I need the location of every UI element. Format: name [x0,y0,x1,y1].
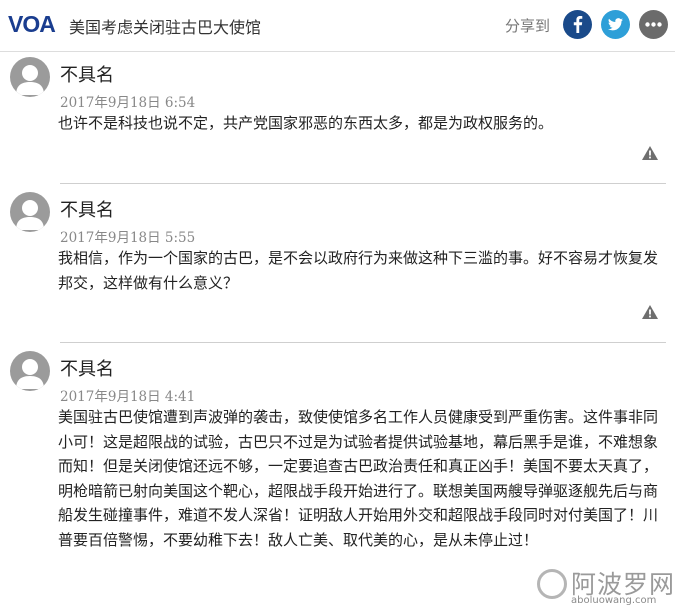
watermark: 阿波罗网 aboluowang.com [535,565,675,611]
warning-icon [642,146,658,160]
more-share-button[interactable] [639,10,668,39]
article-title: 美国考虑关闭驻古巴大使馆 [69,18,262,37]
comment-author: 不具名 [60,200,114,221]
avatar [10,192,50,232]
facebook-share-button[interactable] [563,10,592,39]
report-flag-button[interactable] [641,145,659,161]
comment-author: 不具名 [60,359,114,380]
top-bar: VOA 美国考虑关闭驻古巴大使馆 分享到 [0,0,675,52]
share-label: 分享到 [505,17,551,35]
voa-logo[interactable]: VOA [8,11,56,37]
twitter-share-button[interactable] [601,10,630,39]
comment-date: 2017年9月18日 6:54 [60,95,196,111]
avatar [10,351,50,391]
more-dots-icon [645,22,662,27]
user-silhouette-icon [16,359,44,389]
user-silhouette-icon [16,65,44,95]
comment-text: 我相信，作为一个国家的古巴，是不会以政府行为来做这种下三滥的事。好不容易才恢复发… [58,249,659,292]
comment-divider [60,342,666,343]
comment-date: 2017年9月18日 4:41 [60,389,196,405]
comment-date: 2017年9月18日 5:55 [60,230,196,246]
comment-author: 不具名 [60,65,114,86]
comment-divider [60,183,666,184]
twitter-icon [608,18,623,31]
comment-text: 也许不是科技也说不定，共产党国家邪恶的东西太多，都是为政权服务的。 [58,114,554,132]
user-silhouette-icon [16,200,44,230]
watermark-url: aboluowang.com [571,595,657,606]
avatar [10,57,50,97]
watermark-logo-icon [537,569,567,599]
report-flag-button[interactable] [641,304,659,320]
svg-text:VOA: VOA [8,11,55,37]
comment-text: 美国驻古巴使馆遭到声波弹的袭击，致使使馆多名工作人员健康受到严重伤害。这件事非同… [58,408,659,549]
facebook-icon [573,16,583,33]
warning-icon [642,305,658,319]
